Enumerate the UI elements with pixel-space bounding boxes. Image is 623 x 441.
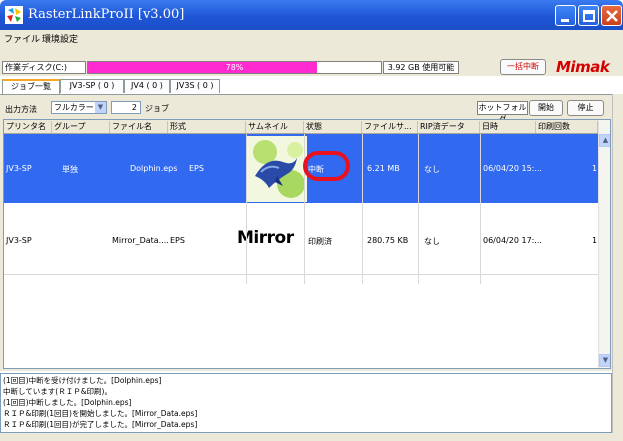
column-group[interactable]: グループ	[52, 121, 110, 133]
column-divider	[362, 134, 363, 284]
close-button[interactable]	[601, 5, 622, 26]
job-count-unit: ジョブ	[145, 104, 169, 113]
work-disk-label: 作業ディスク(C:)	[2, 61, 86, 74]
column-status[interactable]: 状態	[304, 121, 362, 133]
cell-datetime: 06/04/20 15:...	[483, 164, 542, 173]
output-method-label: 出力方法	[5, 105, 37, 114]
cell-printer: JV3-SP	[6, 236, 32, 245]
right-edge-scrollbar[interactable]	[612, 94, 623, 441]
chevron-up-icon[interactable]: ▲	[599, 134, 610, 147]
maximize-icon	[583, 10, 595, 22]
hotfolder-label: ホットフォルダ	[477, 101, 528, 124]
disk-free-space: 3.92 GB 使用可能	[383, 61, 459, 74]
log-line: (1回目)中断しました。[Dolphin.eps]	[3, 398, 132, 407]
chevron-down-icon: ▼	[95, 102, 106, 113]
hotfolder-start-button[interactable]: 開始	[529, 100, 563, 116]
dolphin-image	[247, 136, 307, 202]
cell-rip-data: なし	[424, 165, 440, 174]
column-divider	[418, 134, 419, 284]
dolphin-thumbnail	[247, 136, 307, 202]
tab-jv3s[interactable]: JV3S ( 0 )	[170, 79, 220, 93]
menu-bar: ファイル 環境設定	[0, 30, 623, 45]
column-thumbnail[interactable]: サムネイル	[246, 121, 304, 133]
column-filesize[interactable]: ファイルサ...	[362, 121, 418, 133]
table-row[interactable]: JV3-SP 単独 Dolphin.eps EPS 中断 6.21 MB なし …	[4, 134, 598, 203]
cell-status: 印刷済	[308, 237, 332, 246]
table-row[interactable]: JV3-SP Mirror_Data.... EPS Mirror 印刷済 28…	[4, 204, 598, 274]
log-area: (1回目)中断を受け付けました。[Dolphin.eps] 中断しています(ＲＩ…	[0, 373, 612, 433]
minimize-button[interactable]	[555, 5, 576, 26]
tab-job-list[interactable]: ジョブ一覧	[2, 79, 60, 94]
brand-logo: Mimak	[556, 58, 610, 76]
menu-file[interactable]: ファイル	[4, 32, 40, 45]
cell-group: 単独	[62, 165, 78, 174]
log-line: (1回目)中断を受け付けました。[Dolphin.eps]	[3, 376, 162, 385]
status-bar	[0, 433, 623, 441]
maximize-button[interactable]	[578, 5, 599, 26]
cell-rip-data: なし	[424, 237, 440, 246]
output-method-value: フルカラー	[54, 103, 94, 112]
cell-format: EPS	[170, 236, 185, 245]
tab-jv4[interactable]: JV4 ( 0 )	[124, 79, 170, 93]
table-scrollbar[interactable]: ▲ ▼	[598, 120, 610, 368]
chevron-down-icon[interactable]: ▼	[599, 354, 610, 367]
column-print-count[interactable]: 印刷回数	[536, 121, 598, 133]
tab-jv3-sp[interactable]: JV3-SP ( 0 )	[60, 79, 124, 93]
app-icon	[5, 6, 23, 24]
title-bar: RasterLinkProII [v3.00]	[0, 0, 623, 30]
cell-datetime: 06/04/20 17:...	[483, 236, 542, 245]
row-divider	[4, 274, 598, 275]
column-divider	[246, 134, 247, 284]
cell-filesize: 6.21 MB	[367, 164, 400, 173]
hotfolder-stop-button[interactable]: 停止	[567, 100, 604, 116]
minimize-icon	[561, 19, 569, 22]
column-rip-data[interactable]: RIP済データ	[418, 121, 480, 133]
menu-settings[interactable]: 環境設定	[42, 32, 78, 45]
log-line: ＲＩＰ&印刷(1回目)が完了しました。[Mirror_Data.eps]	[3, 420, 198, 429]
cell-filesize: 280.75 KB	[367, 236, 409, 245]
disk-status-bar: 作業ディスク(C:) 78% 3.92 GB 使用可能 一括中断 Mimak	[0, 45, 623, 76]
cell-format: EPS	[189, 164, 204, 173]
cell-filename: Mirror_Data....	[112, 236, 169, 245]
tab-strip: ジョブ一覧 JV3-SP ( 0 ) JV4 ( 0 ) JV3S ( 0 )	[0, 79, 623, 94]
disk-usage-progress: 78%	[87, 61, 382, 74]
job-count: 2	[111, 101, 141, 114]
column-datetime[interactable]: 日時	[480, 121, 536, 133]
log-line: 中断しています(ＲＩＰ&印刷)。	[3, 387, 112, 396]
log-line: ＲＩＰ&印刷(1回目)を開始しました。[Mirror_Data.eps]	[3, 409, 198, 418]
close-icon	[606, 10, 618, 22]
window-title: RasterLinkProII [v3.00]	[28, 7, 185, 22]
output-method-select[interactable]: フルカラー ▼	[51, 101, 107, 114]
cell-print-count: 1	[592, 236, 598, 245]
column-format[interactable]: 形式	[168, 121, 246, 133]
cell-filename: Dolphin.eps	[130, 164, 178, 173]
column-filename[interactable]: ファイル名	[110, 121, 168, 133]
disk-usage-percent: 78%	[225, 63, 244, 72]
status-highlight-circle	[303, 151, 350, 181]
cell-printer: JV3-SP	[6, 164, 32, 173]
cell-print-count: 1	[592, 164, 598, 173]
suspend-all-button[interactable]: 一括中断	[500, 59, 546, 75]
table-header: プリンタ名 グループ ファイル名 形式 サムネイル 状態 ファイルサ... RI…	[4, 120, 598, 134]
column-printer[interactable]: プリンタ名	[4, 121, 52, 133]
column-divider	[480, 134, 481, 284]
